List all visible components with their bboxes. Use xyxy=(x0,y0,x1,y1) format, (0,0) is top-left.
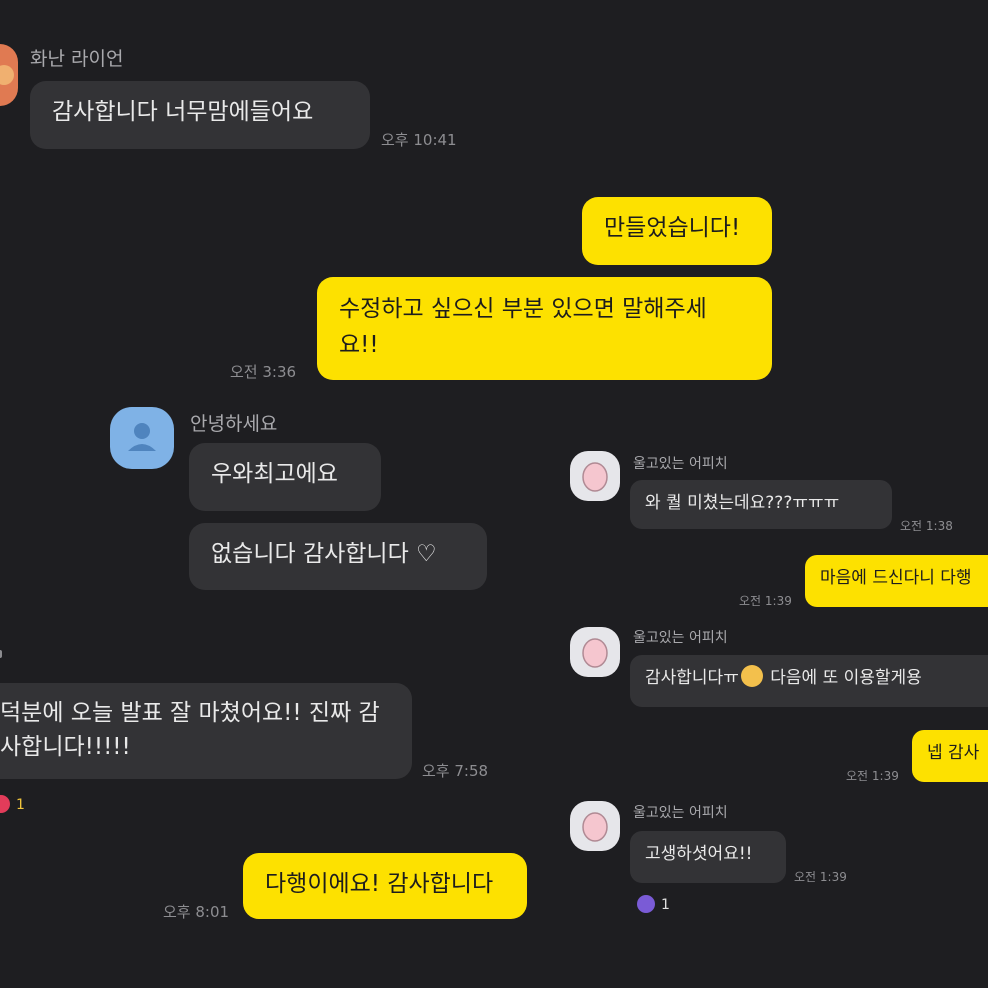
default-avatar[interactable] xyxy=(110,407,174,469)
message-time: 오전 1:39 xyxy=(739,594,792,608)
message-bubble[interactable]: 와 퀄 미쳤는데요???ㅠㅠㅠ xyxy=(630,480,892,529)
message-bubble[interactable]: 우와최고에요 xyxy=(189,443,381,511)
person-icon xyxy=(128,423,156,451)
message-bubble[interactable]: 없습니다 감사합니다 ♡ xyxy=(189,523,487,590)
message-line: 덕분에 오늘 발표 잘 마쳤어요!! 진짜 감 xyxy=(0,700,380,726)
message-time: 오후 7:58 xyxy=(422,762,489,780)
message-text: 다음에 또 이용할게용 xyxy=(770,668,922,688)
sender-name: 울고있는 어피치 xyxy=(633,805,728,821)
message-line: 사합니다!!!!! xyxy=(0,734,131,760)
my-message-bubble[interactable]: 마음에 드신다니 다행 xyxy=(805,555,988,607)
apeach-icon xyxy=(582,812,608,842)
message-text: 감사합니다ㅠ xyxy=(645,668,739,688)
apeach-icon xyxy=(582,462,608,492)
message-time: 오후 10:41 xyxy=(381,131,457,149)
message-time: 오전 1:39 xyxy=(846,769,899,783)
message-time: 오후 8:01 xyxy=(163,903,230,921)
smiling-emoji-icon xyxy=(740,665,763,687)
reaction-count: 1 xyxy=(661,897,670,913)
apeach-avatar[interactable] xyxy=(570,451,620,501)
my-message-bubble[interactable]: 넵 감사 xyxy=(912,730,988,782)
message-bubble[interactable]: 감사합니다ㅠ 다음에 또 이용할게용 xyxy=(630,655,988,707)
reaction-badge[interactable]: 1 xyxy=(0,795,25,813)
sender-name: 울고있는 어피치 xyxy=(633,456,728,472)
apeach-avatar[interactable] xyxy=(570,627,620,677)
message-bubble[interactable]: 감사합니다 너무맘에들어요 xyxy=(30,81,370,149)
my-message-bubble[interactable]: 수정하고 싶으신 부분 있으면 말해주세 요!! xyxy=(317,277,772,380)
sender-name: 화난 라이언 xyxy=(30,48,124,70)
message-time: 오전 1:38 xyxy=(900,519,953,533)
my-message-bubble[interactable]: 다행이에요! 감사합니다 xyxy=(243,853,527,919)
message-bubble[interactable]: 덕분에 오늘 발표 잘 마쳤어요!! 진짜 감 사합니다!!!!! xyxy=(0,683,412,779)
apeach-icon xyxy=(582,638,608,668)
message-bubble[interactable]: 고생하셧어요!! xyxy=(630,831,786,883)
lion-avatar[interactable] xyxy=(0,44,18,106)
message-time: 오전 3:36 xyxy=(230,363,297,381)
reaction-count: 1 xyxy=(16,797,25,813)
reaction-badge[interactable]: 1 xyxy=(637,895,670,913)
message-line: 요!! xyxy=(339,332,379,358)
lion-icon xyxy=(0,65,14,85)
sender-name-partial xyxy=(0,650,2,658)
message-time: 오전 1:39 xyxy=(794,870,847,884)
sender-name: 울고있는 어피치 xyxy=(633,630,728,646)
my-message-bubble[interactable]: 만들었습니다! xyxy=(582,197,772,265)
message-line: 수정하고 싶으신 부분 있으면 말해주세 xyxy=(339,296,707,322)
thumbs-up-reaction-icon xyxy=(637,895,655,913)
apeach-avatar[interactable] xyxy=(570,801,620,851)
sender-name: 안녕하세요 xyxy=(190,413,278,435)
heart-reaction-icon xyxy=(0,795,10,813)
